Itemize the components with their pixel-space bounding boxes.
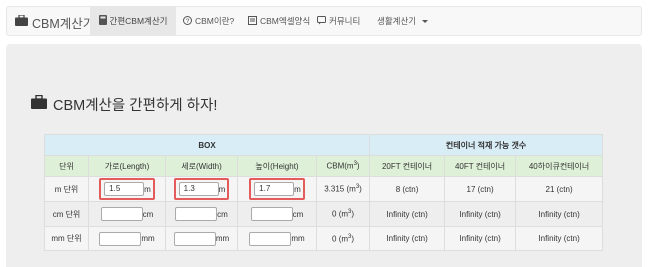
length-input[interactable] [100,207,143,221]
nav-label: 간편CBM계산기 [109,16,168,26]
width-input[interactable] [173,231,216,246]
highlight-box: 1.7 m [249,178,305,200]
highlight-box: 1.5 m [99,178,155,200]
unit-suffix: mm [291,234,305,243]
question-circle-icon: ? [183,15,192,27]
col-40hq: 40하이큐컨테이너 [515,155,604,177]
height-input[interactable] [250,207,293,221]
nav-community[interactable]: 커뮤니티 [317,7,360,35]
height-input[interactable] [249,231,292,246]
nav-simple-cbm-calculator[interactable]: 간편CBM계산기 [90,7,176,35]
briefcase-icon [15,14,28,29]
list-alt-icon [248,15,257,27]
unit-suffix: m [218,184,226,194]
nav-what-is-cbm[interactable]: ? CBM이란? [183,7,234,35]
unit-cell: mm 단위 [44,226,89,251]
table-row: mm 단위 mm mm mm 0 (m3) Infinity (ctn) Inf… [44,226,604,251]
unit-suffix: cm [217,209,228,219]
count-20ft: Infinity (ctn) [369,226,446,251]
caret-down-icon [422,19,429,23]
length-input[interactable]: 1.5 [104,182,145,196]
nav-label: 커뮤니티 [329,16,361,26]
top-navbar: CBM계산기 간편CBM계산기 ? CBM이란? CBM엑셀양식 커뮤니티 생활… [6,6,642,36]
container-group-header: 컨테이너 적재 가능 갯수 [369,134,604,156]
nav-cbm-excel-form[interactable]: CBM엑셀양식 [248,7,310,35]
comment-icon [317,15,326,27]
col-length: 가로(Length) [88,155,166,177]
cbm-value: 3.315 (m3) [315,176,371,202]
count-40hq: Infinity (ctn) [515,201,604,227]
briefcase-icon [31,94,47,113]
unit-suffix: m [294,184,301,194]
unit-suffix: m [144,184,151,194]
cbm-value: 0 (m3) [315,201,371,227]
col-cbm: CBM(m3) [315,155,371,177]
count-40hq: Infinity (ctn) [515,226,604,251]
table-row: cm 단위 cm cm cm 0 (m3) Infinity (ctn) Inf… [44,201,604,227]
unit-suffix: cm [292,209,304,219]
count-40ft: Infinity (ctn) [444,226,517,251]
highlight-box: 1.3 m [173,178,230,200]
width-input[interactable]: 1.3 [178,182,219,196]
col-unit: 단위 [44,155,89,177]
col-width: 세로(Width) [165,155,238,177]
unit-suffix: cm [142,209,154,219]
count-20ft: 8 (ctn) [369,176,446,202]
brand-label: CBM계산기 [32,16,95,31]
length-input[interactable] [99,231,142,246]
brand-link[interactable]: CBM계산기 [15,13,94,31]
col-20ft: 20FT 컨테이너 [369,155,446,177]
calculator-icon [98,15,107,27]
cbm-value: 0 (m3) [315,226,371,251]
svg-text:?: ? [186,18,190,25]
box-group-header: BOX [43,134,371,156]
nav-label: CBM이란? [195,16,235,26]
nav-label: 생활계산기 [377,16,417,26]
cbm-table: BOX 컨테이너 적재 가능 갯수 단위 가로(Length) 세로(Width… [43,134,604,251]
unit-cell: m 단위 [44,176,89,202]
count-20ft: Infinity (ctn) [369,201,446,227]
unit-cell: cm 단위 [44,201,89,227]
height-input[interactable]: 1.7 [254,182,295,196]
page-headline: CBM계산을 간편하게 하자! [31,94,217,114]
col-40ft: 40FT 컨테이너 [444,155,517,177]
nav-life-calculator-dropdown[interactable]: 생활계산기 [377,7,429,35]
count-40hq: 21 (ctn) [515,176,604,202]
col-height: 높이(Height) [237,155,317,177]
headline-text: CBM계산을 간편하게 하자! [53,97,218,114]
unit-suffix: mm [141,234,155,243]
count-40ft: 17 (ctn) [444,176,517,202]
nav-label: CBM엑셀양식 [260,16,311,26]
width-input[interactable] [175,207,218,221]
table-row: m 단위 1.5 m 1.3 m 1.7 m 3.315 (m3) 8 (ctn) 1… [44,176,604,202]
count-40ft: Infinity (ctn) [444,201,517,227]
unit-suffix: mm [215,234,230,243]
